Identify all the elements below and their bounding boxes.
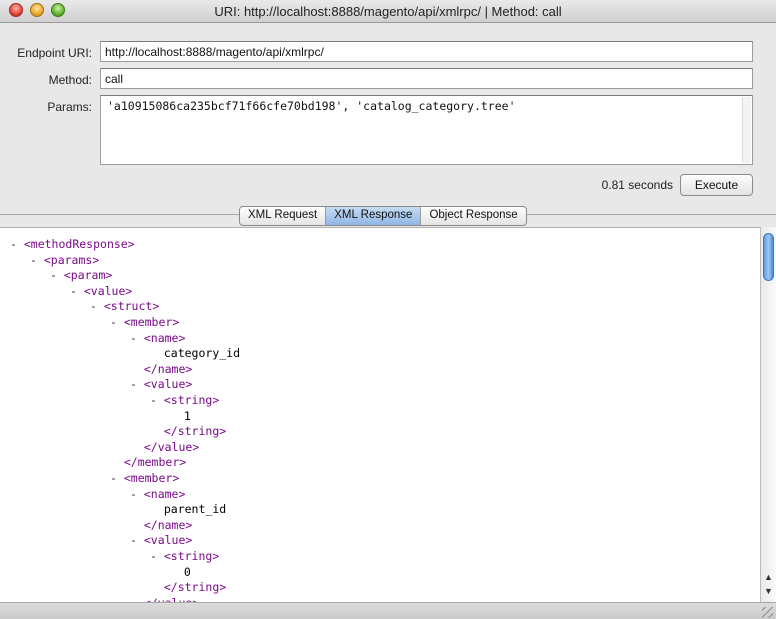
tree-row[interactable]: - <string>	[150, 548, 219, 564]
collapse-toggle-icon[interactable]: -	[10, 237, 24, 251]
tree-row[interactable]: - <value>	[70, 283, 132, 299]
tree-row[interactable]: - <value>	[130, 376, 192, 392]
tree-scrollbar[interactable]: ▲ ▼	[760, 227, 776, 602]
xml-text-value: category_id	[163, 346, 241, 361]
xml-tag: </name>	[143, 517, 193, 532]
tree-row[interactable]: 0	[170, 564, 191, 580]
collapse-toggle-icon[interactable]: -	[130, 331, 144, 345]
tree-row[interactable]: - <methodResponse>	[10, 236, 135, 252]
params-textarea[interactable]: 'a10915086ca235bcf71f66cfe70bd198', 'cat…	[100, 95, 753, 165]
tab-xml-response[interactable]: XML Response	[326, 207, 422, 225]
tree-row[interactable]: parent_id	[150, 501, 226, 517]
tree-row[interactable]: category_id	[150, 345, 240, 361]
toggle-spacer	[150, 424, 164, 438]
window-title: URI: http://localhost:8888/magento/api/x…	[214, 4, 562, 19]
toggle-spacer	[130, 362, 144, 376]
arrow-up-icon[interactable]: ▲	[763, 571, 774, 583]
endpoint-label: Endpoint URI:	[17, 46, 92, 60]
tree-row[interactable]: </string>	[150, 423, 226, 439]
xml-tag: <value>	[143, 377, 193, 392]
xml-tag: </string>	[163, 580, 227, 595]
tree-row[interactable]: </member>	[110, 454, 186, 470]
toggle-spacer	[170, 409, 184, 423]
params-label: Params:	[47, 100, 92, 114]
params-scrollbar[interactable]	[742, 97, 751, 163]
view-tabs: XML Request XML Response Object Response	[239, 206, 527, 226]
toggle-spacer	[170, 565, 184, 579]
xml-tag: <value>	[143, 533, 193, 548]
title-bar[interactable]: URI: http://localhost:8888/magento/api/x…	[0, 0, 776, 23]
xml-tag: <string>	[163, 393, 220, 407]
execute-button[interactable]: Execute	[680, 174, 753, 196]
xml-text-value: parent_id	[163, 502, 227, 517]
collapse-toggle-icon[interactable]: -	[70, 284, 84, 298]
xml-tag: <params>	[43, 252, 100, 267]
xml-tag: <name>	[143, 330, 186, 345]
xml-text-value: 1	[183, 408, 191, 423]
tree-row[interactable]: </value>	[130, 439, 199, 455]
xml-tag: <struct>	[103, 299, 160, 314]
tree-row[interactable]: - <param>	[50, 267, 112, 283]
collapse-toggle-icon[interactable]: -	[30, 253, 44, 267]
app-window: URI: http://localhost:8888/magento/api/x…	[0, 0, 776, 619]
toggle-spacer	[150, 346, 164, 360]
tree-row[interactable]: </name>	[130, 517, 192, 533]
params-text: 'a10915086ca235bcf71f66cfe70bd198', 'cat…	[107, 99, 516, 113]
scroll-thumb[interactable]	[763, 233, 774, 281]
tree-row[interactable]: - <struct>	[90, 298, 159, 314]
method-input[interactable]: call	[100, 68, 753, 89]
toggle-spacer	[150, 580, 164, 594]
endpoint-uri-input[interactable]: http://localhost:8888/magento/api/xmlrpc…	[100, 41, 753, 62]
xml-tag: <member>	[123, 315, 180, 329]
toggle-spacer	[110, 455, 124, 469]
collapse-toggle-icon[interactable]: -	[110, 471, 124, 485]
arrow-down-icon[interactable]: ▼	[763, 585, 774, 597]
toggle-spacer	[150, 502, 164, 516]
tree-row[interactable]: - <member>	[110, 470, 179, 486]
xml-tag: <methodResponse>	[23, 237, 135, 251]
tree-row[interactable]: - <string>	[150, 392, 219, 408]
xml-tree-view[interactable]: - <methodResponse> - <params> - <param> - <…	[0, 227, 776, 603]
tree-row[interactable]: - <name>	[130, 486, 185, 502]
collapse-toggle-icon[interactable]: -	[50, 268, 64, 282]
collapse-toggle-icon[interactable]: -	[110, 315, 124, 329]
xml-tag: </member>	[123, 455, 187, 470]
xml-text-value: 0	[183, 564, 191, 579]
tree-row[interactable]: - <member>	[110, 314, 179, 330]
tab-object-response[interactable]: Object Response	[421, 207, 525, 225]
collapse-toggle-icon[interactable]: -	[130, 533, 144, 547]
xml-tag: <value>	[83, 283, 133, 298]
xml-tag: </name>	[143, 361, 193, 376]
tree-row[interactable]: - <value>	[130, 532, 192, 548]
tab-xml-request[interactable]: XML Request	[240, 207, 327, 225]
tree-row[interactable]: - <params>	[30, 252, 99, 268]
xml-tag: <param>	[63, 268, 113, 283]
collapse-toggle-icon[interactable]: -	[150, 393, 164, 407]
xml-tag: </string>	[163, 424, 227, 439]
xml-tag: </value>	[143, 439, 200, 454]
elapsed-time: 0.81 seconds	[601, 178, 673, 192]
xml-tag: <name>	[143, 486, 186, 501]
collapse-toggle-icon[interactable]: -	[90, 299, 104, 313]
collapse-toggle-icon[interactable]: -	[150, 549, 164, 563]
method-label: Method:	[48, 73, 92, 87]
tree-row[interactable]: - <name>	[130, 330, 185, 346]
collapse-toggle-icon[interactable]: -	[130, 487, 144, 501]
resize-grip-icon[interactable]	[762, 607, 773, 618]
xml-tag: <string>	[163, 549, 220, 563]
xml-tag: <member>	[123, 471, 180, 485]
toggle-spacer	[130, 518, 144, 532]
status-bar	[0, 602, 776, 619]
tree-row[interactable]: 1	[170, 408, 191, 424]
collapse-toggle-icon[interactable]: -	[130, 377, 144, 391]
tree-row[interactable]: </string>	[150, 579, 226, 595]
toggle-spacer	[130, 440, 144, 454]
tree-row[interactable]: </name>	[130, 361, 192, 377]
